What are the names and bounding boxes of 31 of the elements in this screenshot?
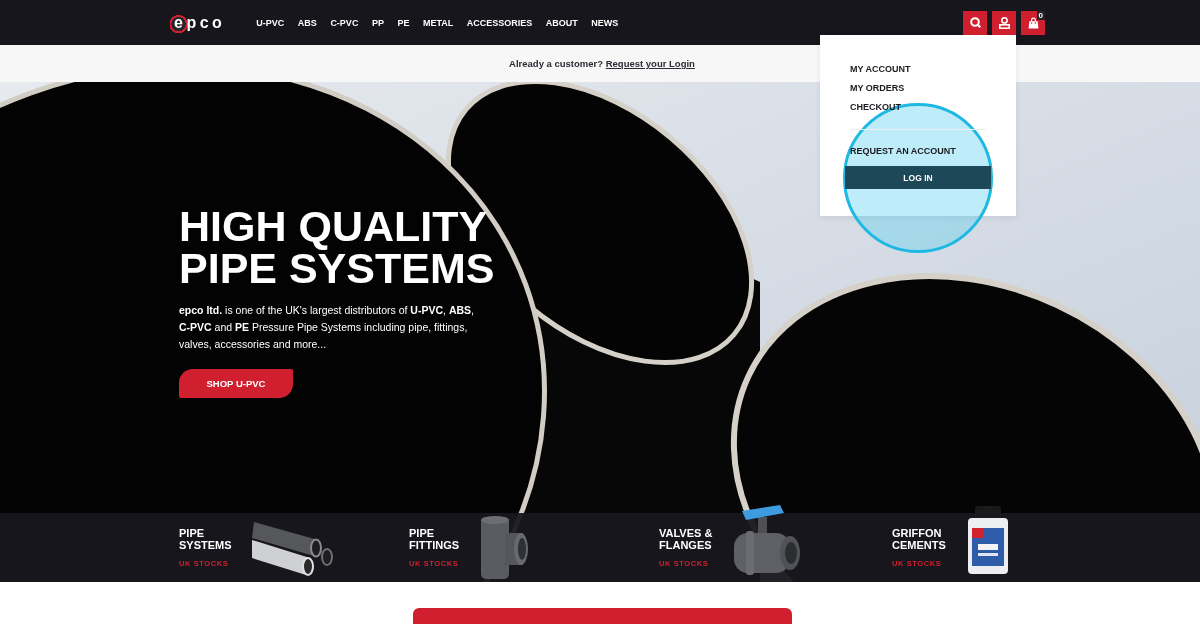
nav-link[interactable]: PE [397, 17, 410, 28]
account-button[interactable] [992, 10, 1016, 35]
tee-fitting-drawing [479, 514, 530, 581]
login-link[interactable]: Request your Login [605, 58, 695, 69]
category-title[interactable]: PIPE FITTINGS [409, 527, 460, 551]
ball-valve-drawing [732, 504, 803, 575]
nav-link[interactable]: C-PVC [330, 17, 359, 28]
hero-title: HIGH QUALITY PIPE SYSTEMS [179, 205, 496, 289]
hero-description: epco ltd. is one of the UK's largest distributors of U-PVC, ABS, C-PVC and PE Pressure Pipe Systems including pipe, fittings, valves, accessories and more... [179, 303, 475, 352]
login-prompt: Already a customer? Request your Login [508, 58, 695, 69]
category-title[interactable]: GRIFFON CEMENTS [892, 527, 946, 551]
menu-item[interactable]: MY ORDERS [850, 79, 905, 98]
nav-link[interactable]: ACCESSORIES [466, 17, 533, 28]
shopping-bag-icon [1027, 16, 1039, 29]
nav-link[interactable]: ABOUT [545, 17, 578, 28]
cart-count-badge: 0 [1036, 10, 1045, 20]
category-title[interactable]: PIPE SYSTEMS [179, 527, 232, 551]
shop-button[interactable]: SHOP U-PVC [179, 369, 293, 398]
user-icon [998, 16, 1010, 29]
nav-link[interactable]: METAL [422, 17, 454, 28]
nav-link[interactable]: U-PVC [256, 17, 285, 28]
cart-button[interactable]: 0 [1021, 10, 1045, 35]
login-button[interactable]: LOG IN [845, 166, 991, 189]
menu-item[interactable]: MY ACCOUNT [850, 60, 911, 79]
search-button[interactable] [963, 10, 987, 35]
category-title[interactable]: VALVES & FLANGES [659, 527, 713, 551]
search-icon [969, 17, 981, 28]
nav-link[interactable]: NEWS [591, 17, 619, 28]
nav-link[interactable]: PP [371, 17, 384, 28]
nav-link[interactable]: ABS [297, 17, 317, 28]
request-account-link[interactable]: REQUEST AN ACCOUNT [850, 142, 956, 161]
